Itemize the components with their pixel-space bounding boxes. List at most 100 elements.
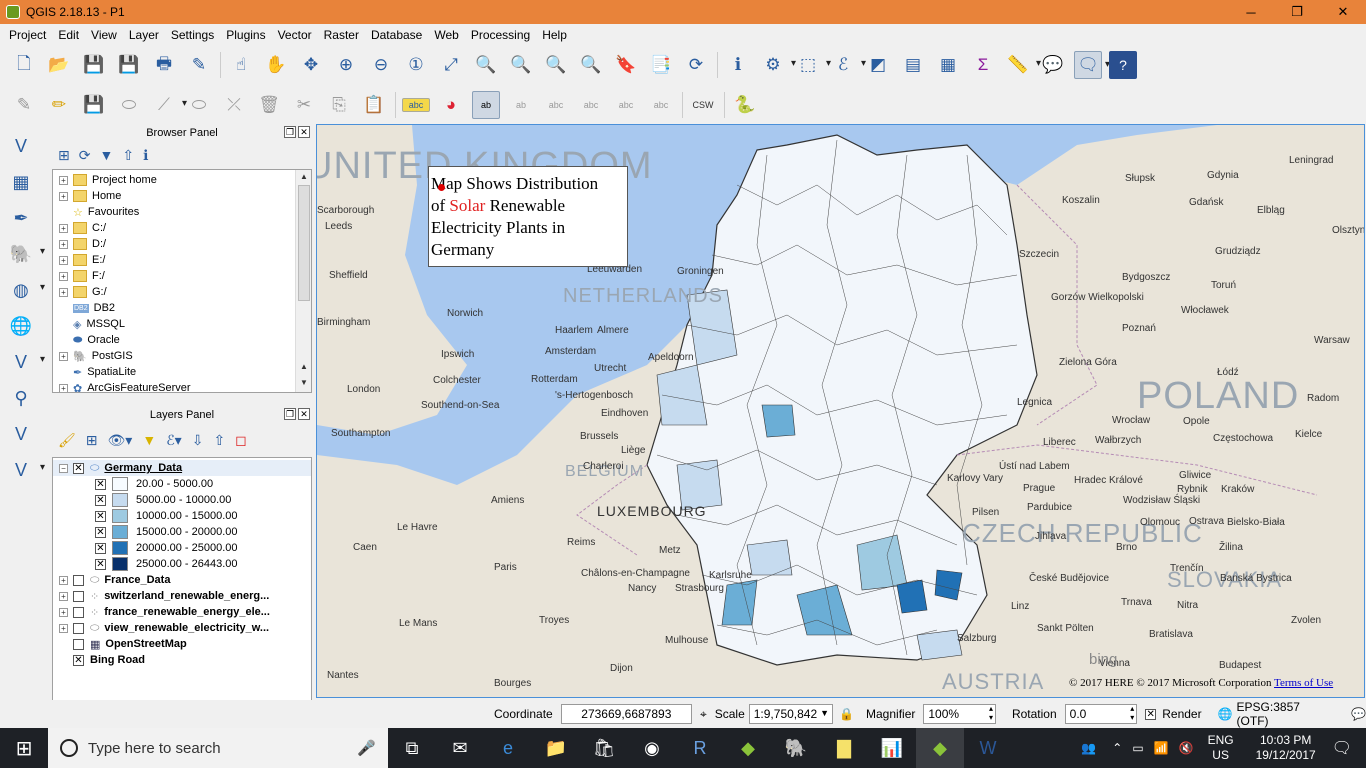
save-edits-icon[interactable]: 💾 xyxy=(80,91,108,119)
select-features-icon[interactable]: ⬚ xyxy=(794,51,831,79)
manage-visibility-icon[interactable]: 👁▾ xyxy=(108,432,133,449)
zoom-last-icon[interactable]: 🔍 xyxy=(542,51,570,79)
move-feature-icon[interactable]: ⬭ xyxy=(185,91,213,119)
new-project-icon[interactable]: 🗋 xyxy=(10,51,38,79)
pan-map-icon[interactable]: ✋ xyxy=(262,51,290,79)
properties-icon[interactable]: ℹ xyxy=(143,147,148,164)
add-group-icon[interactable]: ⊞ xyxy=(86,432,98,449)
menu-project[interactable]: Project xyxy=(3,28,52,42)
add-selected-layers-icon[interactable]: ⊞ xyxy=(58,147,70,164)
add-feature-icon[interactable]: ⬭ xyxy=(115,91,143,119)
composer-manager-icon[interactable]: ✎ xyxy=(185,51,213,79)
browser-item[interactable]: + C:/ xyxy=(53,220,311,236)
move-label-icon[interactable]: abc xyxy=(577,91,605,119)
menu-web[interactable]: Web xyxy=(428,28,464,42)
scale-field[interactable]: 1:9,750,842 ▼ xyxy=(748,704,834,724)
messages-icon[interactable]: 💬 xyxy=(1351,707,1366,721)
menu-help[interactable]: Help xyxy=(536,28,573,42)
open-project-icon[interactable]: 📂 xyxy=(45,51,73,79)
browser-scrollbar[interactable]: ▲ ▲ ▼ xyxy=(295,170,311,392)
add-wfs-layer-icon[interactable]: V xyxy=(6,347,45,377)
legend-row[interactable]: ✕ 5000.00 - 10000.00 xyxy=(53,492,311,508)
menu-raster[interactable]: Raster xyxy=(318,28,365,42)
legend-row[interactable]: ✕ 20.00 - 5000.00 xyxy=(53,476,311,492)
browser-item[interactable]: + G:/ xyxy=(53,284,311,300)
show-bookmarks-icon[interactable]: 📑 xyxy=(647,51,675,79)
zoom-to-selection-icon[interactable]: 🔍 xyxy=(472,51,500,79)
add-delimited-text-icon[interactable]: ✒ xyxy=(6,203,36,233)
layer-row[interactable]: + ⁘ france_renewable_energy_ele... xyxy=(53,604,311,620)
browser-item[interactable]: ✒ SpatiaLite xyxy=(53,364,311,380)
layer-row[interactable]: ▦ OpenStreetMap xyxy=(53,636,311,652)
style-layer-icon[interactable]: 🖌 xyxy=(58,432,76,449)
legend-row[interactable]: ✕ 10000.00 - 15000.00 xyxy=(53,508,311,524)
volume-icon[interactable]: 🔇 xyxy=(1179,741,1194,755)
touch-zoom-icon[interactable]: ☝ xyxy=(227,51,255,79)
store-icon[interactable]: 🛍 xyxy=(580,728,628,768)
language-indicator[interactable]: ENG US xyxy=(1208,733,1234,763)
attribute-table-icon[interactable]: ▤ xyxy=(899,51,927,79)
browser-item[interactable]: + E:/ xyxy=(53,252,311,268)
highlight-pinned-labels-icon[interactable]: ab xyxy=(472,91,500,119)
file-explorer-icon[interactable]: 📁 xyxy=(532,728,580,768)
add-wms-layer-icon[interactable]: 🌐 xyxy=(6,311,36,341)
save-project-icon[interactable]: 💾 xyxy=(80,51,108,79)
paste-features-icon[interactable]: 📋 xyxy=(360,91,388,119)
add-virtual-layer-icon[interactable]: ⚲ xyxy=(6,383,36,413)
deselect-icon[interactable]: ◩ xyxy=(864,51,892,79)
menu-layer[interactable]: Layer xyxy=(123,28,165,42)
notifications-icon[interactable]: 🗨 xyxy=(1332,738,1352,758)
current-edits-icon[interactable]: ✎ xyxy=(10,91,38,119)
close-panel-button[interactable]: ✕ xyxy=(298,126,310,138)
copy-features-icon[interactable]: ⎘ xyxy=(325,91,353,119)
collapse-all-icon[interactable]: ⇧ xyxy=(122,147,134,164)
map-canvas[interactable]: POLAND CZECH REPUBLIC NETHERLANDS LUXEMB… xyxy=(316,124,1365,698)
remove-layer-icon[interactable]: ◻ xyxy=(235,432,247,449)
filter-browser-icon[interactable]: ▼ xyxy=(99,147,113,163)
taskbar-search[interactable]: Type here to search 🎤 xyxy=(48,728,388,768)
terms-of-use-link[interactable]: Terms of Use xyxy=(1274,677,1333,689)
postgres-icon[interactable]: 🐘 xyxy=(772,728,820,768)
coordinate-field[interactable]: 273669,6687893 xyxy=(560,704,692,724)
show-hide-labels-icon[interactable]: abc xyxy=(542,91,570,119)
browser-item[interactable]: DB2 DB2 xyxy=(53,300,311,316)
close-panel-button[interactable]: ✕ xyxy=(298,408,310,420)
menu-plugins[interactable]: Plugins xyxy=(220,28,271,42)
zoom-next-icon[interactable]: 🔍 xyxy=(577,51,605,79)
show-hidden-icon[interactable]: ⌃ xyxy=(1112,741,1122,755)
float-panel-button[interactable]: ❐ xyxy=(284,408,296,420)
add-postgis-layer-icon[interactable]: 🐘 xyxy=(6,239,45,269)
menu-processing[interactable]: Processing xyxy=(465,28,536,42)
restore-button[interactable]: ❐ xyxy=(1274,0,1320,24)
menu-edit[interactable]: Edit xyxy=(52,28,85,42)
mail-icon[interactable]: ✉ xyxy=(436,728,484,768)
battery-icon[interactable]: ▭ xyxy=(1132,741,1143,755)
legend-row[interactable]: ✕ 15000.00 - 20000.00 xyxy=(53,524,311,540)
map-tips-icon[interactable]: 💬 xyxy=(1039,51,1067,79)
expand-all-icon[interactable]: ⇩ xyxy=(192,432,204,449)
identify-icon[interactable]: ℹ xyxy=(724,51,752,79)
browser-item[interactable]: + ✿ ArcGisFeatureServer xyxy=(53,380,311,392)
r-icon[interactable]: R xyxy=(676,728,724,768)
edge-icon[interactable]: e xyxy=(484,728,532,768)
chrome-icon[interactable]: ◉ xyxy=(628,728,676,768)
browser-item[interactable]: + F:/ xyxy=(53,268,311,284)
layer-row-germany[interactable]: − ✕ ⬭ Germany_Data xyxy=(53,460,311,476)
browser-item[interactable]: + Project home xyxy=(53,172,311,188)
network-icon[interactable]: 📶 xyxy=(1154,741,1169,755)
minimize-button[interactable]: ─ xyxy=(1228,0,1274,24)
qgis-active-icon[interactable]: ◆ xyxy=(916,728,964,768)
csw-icon[interactable]: CSW xyxy=(689,91,717,119)
refresh-browser-icon[interactable]: ⟳ xyxy=(79,147,91,164)
browser-item[interactable]: + 🐘 PostGIS xyxy=(53,348,311,364)
add-spatialite-layer-icon[interactable]: ◍ xyxy=(6,275,45,305)
vertex-tool-icon[interactable]: ⤫ xyxy=(220,91,248,119)
toggle-editing-icon[interactable]: ✏ xyxy=(45,91,73,119)
new-gpx-layer-icon[interactable]: V xyxy=(6,455,45,485)
collapse-all-layers-icon[interactable]: ⇧ xyxy=(213,432,225,449)
browser-item[interactable]: ◈ MSSQL xyxy=(53,316,311,332)
run-action-icon[interactable]: ⚙ xyxy=(759,51,796,79)
magnifier-field[interactable]: 100% xyxy=(923,704,996,724)
rotation-field[interactable]: 0.0 xyxy=(1064,704,1138,724)
add-vector-layer-icon[interactable]: V xyxy=(6,131,36,161)
